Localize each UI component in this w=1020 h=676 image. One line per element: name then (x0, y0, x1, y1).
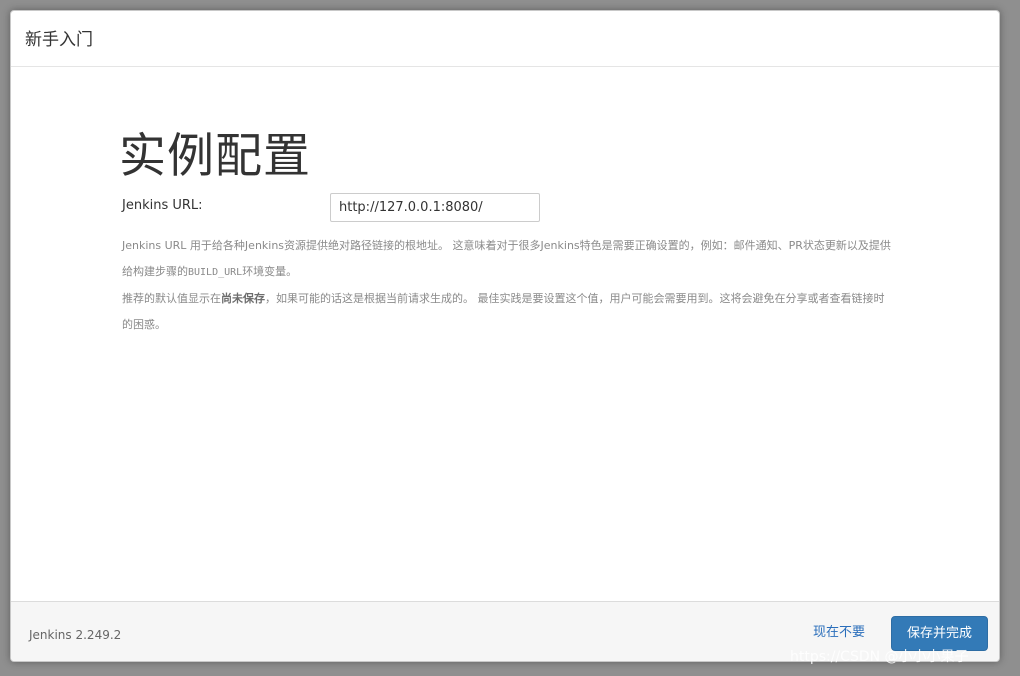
save-and-finish-button[interactable]: 保存并完成 (891, 616, 988, 651)
jenkins-url-help-text: Jenkins URL 用于给各种Jenkins资源提供绝对路径链接的根地址。 … (122, 233, 892, 338)
build-url-code: BUILD_URL (188, 267, 243, 278)
jenkins-url-input[interactable] (330, 193, 540, 222)
page-title: 实例配置 (119, 129, 311, 184)
jenkins-url-label: Jenkins URL: (122, 198, 203, 213)
help-paragraph-1: Jenkins URL 用于给各种Jenkins资源提供绝对路径链接的根地址。 … (122, 233, 892, 286)
help-text-2a: 推荐的默认值显示在 (122, 292, 221, 305)
not-saved-emphasis: 尚未保存 (221, 292, 265, 305)
setup-wizard-dialog: 新手入门 实例配置 Jenkins URL: Jenkins URL 用于给各种… (10, 10, 1000, 662)
csdn-watermark: https://CSDN @小小小果子 (790, 649, 969, 665)
jenkins-version: Jenkins 2.249.2 (29, 628, 122, 642)
skip-button[interactable]: 现在不要 (813, 624, 865, 642)
dialog-title: 新手入门 (25, 30, 93, 50)
help-text-1b: 环境变量。 (242, 265, 298, 278)
dialog-header: 新手入门 (11, 11, 999, 67)
dialog-body: 实例配置 Jenkins URL: Jenkins URL 用于给各种Jenki… (11, 67, 999, 601)
help-paragraph-2: 推荐的默认值显示在尚未保存，如果可能的话这是根据当前请求生成的。 最佳实践是要设… (122, 286, 892, 338)
